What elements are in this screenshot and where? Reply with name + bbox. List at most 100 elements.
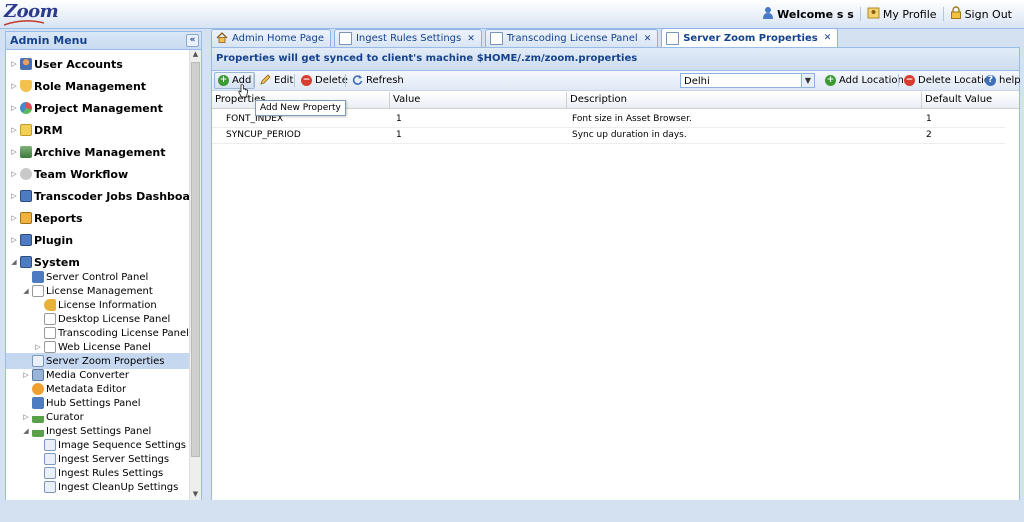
monitor-icon (32, 271, 44, 283)
location-select[interactable]: Delhi ▼ (680, 73, 815, 88)
scroll-up-icon[interactable]: ▲ (190, 50, 201, 60)
sign-out-link[interactable]: Sign Out (942, 6, 1018, 22)
add-icon: + (825, 75, 836, 86)
tab-ingest-rules-settings[interactable]: Ingest Rules Settings ✕ (333, 29, 482, 47)
menu-item-archive-management[interactable]: ▷ Archive Management (10, 144, 165, 160)
workflow-icon (20, 168, 32, 180)
column-header-default-value[interactable]: Default Value (921, 92, 1009, 108)
archive-icon (20, 146, 32, 158)
delete-location-button[interactable]: − Delete Location (904, 73, 996, 88)
property-default-cell: 2 (926, 130, 932, 140)
toolbar-divider (898, 74, 899, 87)
collapse-arrow-icon[interactable]: ◢ (22, 427, 30, 435)
tab-admin-home-page[interactable]: Admin Home Page (211, 29, 331, 47)
property-description-cell: Sync up duration in days. (572, 130, 687, 140)
document-icon (44, 341, 56, 353)
converter-icon (32, 369, 44, 381)
table-row[interactable]: SYNCUP_PERIOD 1 Sync up duration in days… (212, 127, 1005, 144)
expand-arrow-icon[interactable]: ▷ (10, 104, 18, 112)
toolbar-divider (253, 74, 254, 87)
menu-item-user-accounts[interactable]: ▷ User Accounts (10, 56, 122, 72)
monitor-icon (20, 234, 32, 246)
expand-arrow-icon[interactable]: ▷ (10, 192, 18, 200)
folder-icon (20, 124, 32, 136)
expand-arrow-icon[interactable]: ▷ (10, 82, 18, 90)
menu-item-transcoder-jobs-dashboard[interactable]: ▷ Transcoder Jobs Dashboard (10, 188, 189, 204)
document-icon (44, 481, 56, 493)
expand-arrow-icon[interactable]: ▷ (22, 413, 30, 421)
monitor-icon (20, 190, 32, 202)
scroll-down-icon[interactable]: ▼ (190, 490, 201, 500)
document-icon (32, 355, 44, 367)
menu-item-reports[interactable]: ▷ Reports (10, 210, 82, 226)
menu-item-team-workflow[interactable]: ▷ Team Workflow (10, 166, 128, 182)
metadata-icon (32, 383, 44, 395)
expand-arrow-icon[interactable]: ▷ (10, 60, 18, 68)
expand-arrow-icon[interactable]: ▷ (22, 371, 30, 379)
expand-arrow-icon[interactable]: ▷ (34, 343, 42, 351)
menu-item-drm[interactable]: ▷ DRM (10, 122, 62, 138)
expand-arrow-icon[interactable]: ▷ (10, 214, 18, 222)
close-icon[interactable]: ✕ (824, 33, 832, 43)
admin-menu-header: Admin Menu « (6, 32, 201, 50)
menu-item-system[interactable]: ◢ System (10, 254, 80, 270)
admin-menu-tree: ▷ User Accounts ▷ Role Management ▷ Proj… (6, 50, 189, 500)
tab-server-zoom-properties[interactable]: Server Zoom Properties ✕ (661, 28, 839, 47)
chevron-down-icon[interactable]: ▼ (801, 74, 814, 87)
add-button[interactable]: + Add (214, 72, 256, 89)
document-icon (44, 439, 56, 451)
tab-bar: Admin Home Page Ingest Rules Settings ✕ … (211, 28, 841, 47)
help-icon: ? (985, 75, 996, 86)
toolbar-divider (294, 74, 295, 87)
expand-arrow-icon[interactable]: ▷ (10, 148, 18, 156)
document-icon (44, 467, 56, 479)
welcome-user: Welcome s s (756, 7, 860, 21)
document-icon (44, 327, 56, 339)
home-icon (216, 31, 228, 46)
property-value-cell: 1 (396, 130, 402, 140)
close-icon[interactable]: ✕ (467, 34, 475, 44)
user-icon (20, 58, 32, 70)
property-value-cell: 1 (396, 114, 402, 124)
expand-arrow-icon[interactable]: ▷ (10, 236, 18, 244)
menu-scrollbar[interactable]: ▲ ▼ (189, 50, 201, 500)
menu-item-ingest-cleanup-settings[interactable]: Ingest CleanUp Settings (44, 479, 178, 495)
collapse-panel-button[interactable]: « (186, 34, 199, 47)
document-icon (44, 313, 56, 325)
close-icon[interactable]: ✕ (644, 34, 652, 44)
property-default-cell: 1 (926, 114, 932, 124)
network-icon (32, 411, 44, 423)
expand-arrow-icon[interactable]: ▷ (10, 126, 18, 134)
document-icon (489, 32, 503, 45)
my-profile-link[interactable]: My Profile (859, 6, 943, 22)
menu-item-plugin[interactable]: ▷ Plugin (10, 232, 73, 248)
pie-icon (20, 102, 32, 114)
menu-item-project-management[interactable]: ▷ Project Management (10, 100, 163, 116)
delete-button[interactable]: − Delete (301, 73, 348, 88)
column-header-value[interactable]: Value (389, 92, 566, 108)
menu-item-role-management[interactable]: ▷ Role Management (10, 78, 146, 94)
expand-arrow-icon[interactable]: ▷ (10, 170, 18, 178)
column-header-description[interactable]: Description (566, 92, 921, 108)
lock-icon (950, 6, 962, 22)
panel-title: Properties will get synced to client's m… (212, 48, 1019, 71)
help-button[interactable]: ? help (985, 73, 1021, 88)
add-location-button[interactable]: + Add Location (825, 73, 904, 88)
hand-cursor-icon (238, 84, 248, 98)
key-icon (44, 299, 56, 311)
collapse-arrow-icon[interactable]: ◢ (22, 287, 30, 295)
shield-icon (20, 80, 32, 92)
delete-icon: − (904, 75, 915, 86)
profile-icon (867, 6, 880, 22)
document-icon (44, 453, 56, 465)
refresh-button[interactable]: Refresh (352, 73, 404, 88)
edit-button[interactable]: Edit (260, 73, 293, 88)
scrollbar-thumb[interactable] (191, 62, 200, 457)
document-icon (666, 31, 680, 45)
monitor-icon (20, 256, 32, 268)
delete-icon: − (301, 75, 312, 86)
top-header: Zoom Welcome s s My Profile Sign Out (0, 0, 1024, 29)
collapse-arrow-icon[interactable]: ◢ (10, 258, 18, 266)
network-icon (32, 425, 44, 437)
tab-transcoding-license-panel[interactable]: Transcoding License Panel ✕ (484, 29, 659, 47)
